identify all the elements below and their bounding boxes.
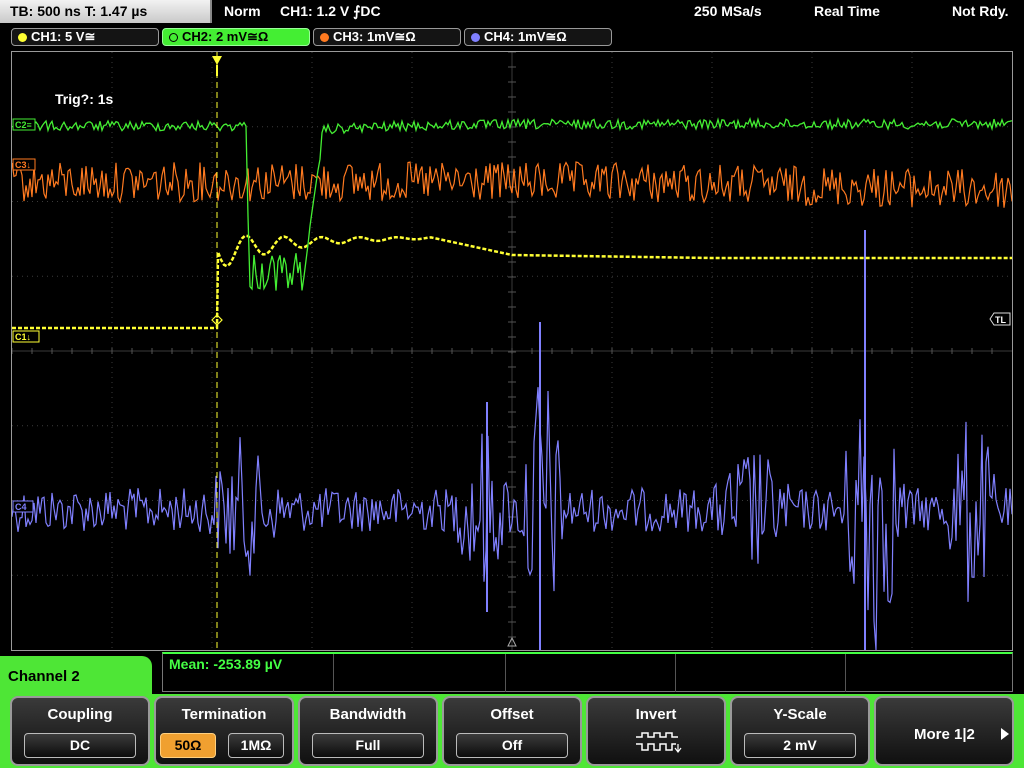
ch4-color-dot [471, 33, 480, 42]
tab-ch1[interactable]: CH1: 5 V≅ [11, 28, 159, 46]
measurement-divider [333, 654, 334, 692]
trigger-setting[interactable]: CH1: 1.2 V ⨍DC [280, 3, 381, 20]
ch2-color-dot [169, 33, 178, 42]
coupling-value[interactable]: DC [24, 733, 136, 758]
tab-ch3[interactable]: CH3: 1mV≅Ω [313, 28, 461, 46]
more-label: More 1|2 [914, 726, 975, 743]
invert-title: Invert [635, 706, 677, 723]
more-softkey[interactable]: More 1|2 [874, 696, 1014, 766]
tab-ch2-label: CH2: 2 mV≅Ω [182, 29, 269, 44]
coupling-softkey[interactable]: Coupling DC [10, 696, 150, 766]
ch1-offset-marker: C1↓ [15, 332, 31, 342]
mean-measurement: Mean: -253.89 µV [169, 656, 283, 672]
invert-softkey[interactable]: Invert [586, 696, 726, 766]
trigger-status-text: Trig?: 1s [55, 91, 114, 107]
ch3-offset-marker: C3↓ [15, 160, 31, 170]
next-page-arrow-icon [1001, 728, 1009, 740]
offset-softkey[interactable]: Offset Off [442, 696, 582, 766]
softkey-bar: Coupling DC Termination 50Ω 1MΩ Bandwidt… [0, 694, 1024, 768]
status-bar: TB: 500 ns T: 1.47 µs Norm CH1: 1.2 V ⨍D… [0, 0, 1024, 25]
termination-1mohm-option[interactable]: 1MΩ [228, 733, 284, 758]
tab-ch2[interactable]: CH2: 2 mV≅Ω [162, 28, 310, 46]
trigger-mode[interactable]: Norm [224, 3, 261, 19]
offset-value[interactable]: Off [456, 733, 568, 758]
bandwidth-softkey[interactable]: Bandwidth Full [298, 696, 438, 766]
tab-ch4[interactable]: CH4: 1mV≅Ω [464, 28, 612, 46]
waveform-canvas: C2≡ C3↓ C1↓ C4 TL [12, 52, 1012, 650]
trigger-position-marker-icon [212, 56, 222, 65]
trigger-level-label: TL [995, 315, 1006, 325]
ch3-color-dot [320, 33, 329, 42]
ch2-offset-marker: C2≡ [15, 120, 32, 130]
termination-title: Termination [181, 706, 267, 723]
measurement-divider [845, 654, 846, 692]
yscale-softkey[interactable]: Y-Scale 2 mV [730, 696, 870, 766]
bandwidth-value[interactable]: Full [312, 733, 424, 758]
channel-tabs: CH1: 5 V≅ CH2: 2 mV≅Ω CH3: 1mV≅Ω CH4: 1m… [0, 26, 1024, 48]
offset-title: Offset [490, 706, 534, 723]
ch4-offset-marker: C4 [15, 502, 27, 512]
termination-50ohm-option[interactable]: 50Ω [160, 733, 216, 758]
tab-ch4-label: CH4: 1mV≅Ω [484, 29, 567, 44]
panel-title: Channel 2 [8, 668, 80, 685]
measurement-bar[interactable]: Mean: -253.89 µV [162, 652, 1013, 692]
tab-ch1-label: CH1: 5 V≅ [31, 29, 96, 44]
waveform-display[interactable]: C2≡ C3↓ C1↓ C4 TL Trig?: 1s [11, 51, 1013, 651]
bandwidth-title: Bandwidth [329, 706, 407, 723]
acquisition-state: Not Rdy. [952, 3, 1009, 19]
measurement-divider [675, 654, 676, 692]
invert-waveform-icon [636, 732, 682, 753]
termination-softkey[interactable]: Termination 50Ω 1MΩ [154, 696, 294, 766]
timebase-readout[interactable]: TB: 500 ns T: 1.47 µs [0, 0, 212, 23]
sample-rate: 250 MSa/s [694, 3, 762, 19]
tab-ch3-label: CH3: 1mV≅Ω [333, 29, 416, 44]
ch1-color-dot [18, 33, 27, 42]
acquisition-mode: Real Time [814, 3, 880, 19]
yscale-value[interactable]: 2 mV [744, 733, 856, 758]
coupling-title: Coupling [47, 706, 113, 723]
yscale-title: Y-Scale [773, 706, 827, 723]
measurement-divider [505, 654, 506, 692]
